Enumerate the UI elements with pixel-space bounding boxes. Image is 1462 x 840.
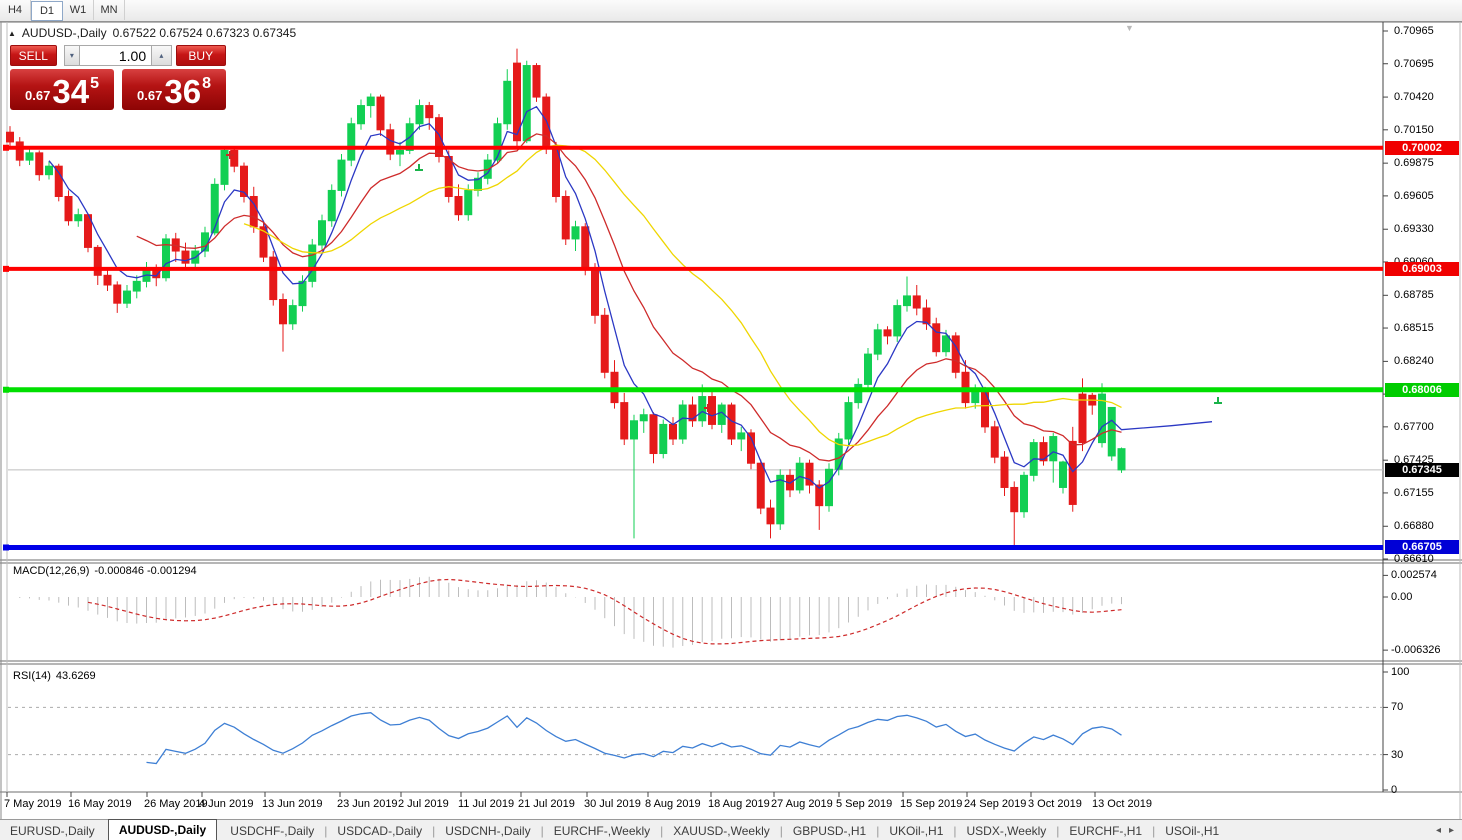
macd-histogram xyxy=(19,576,1122,648)
price-axis-label: 0.70965 xyxy=(1394,25,1434,37)
buy-price-pip: 8 xyxy=(202,75,211,92)
date-axis-label: 30 Jul 2019 xyxy=(584,798,641,810)
rsi-axis-label: 100 xyxy=(1391,666,1410,678)
volume-decrease-button[interactable]: ▾ xyxy=(63,45,80,66)
date-axis-label: 4 Jun 2019 xyxy=(199,798,254,810)
ohlc-values: 0.67522 0.67524 0.67323 0.67345 xyxy=(112,26,297,40)
spin-up-icon: ▴ xyxy=(159,51,164,60)
price-axis-label: 0.67155 xyxy=(1394,486,1434,499)
date-axis-label: 11 Jul 2019 xyxy=(458,798,515,810)
tee-marker[interactable] xyxy=(1214,397,1222,404)
date-axis-label: 24 Sep 2019 xyxy=(964,798,1027,810)
candlesticks xyxy=(6,48,1126,549)
rsi-label: RSI(14) 43.6269 xyxy=(13,670,96,682)
price-axis-label: 0.70695 xyxy=(1394,57,1434,70)
sell-price-display[interactable]: 0.67 34 5 xyxy=(10,69,114,110)
chart-tab-eurusd-daily[interactable]: EURUSD-,Daily xyxy=(0,821,105,840)
macd-axis-label: -0.006326 xyxy=(1391,644,1441,657)
date-axis-label: 23 Jun 2019 xyxy=(337,798,398,810)
date-axis-label: 16 May 2019 xyxy=(68,798,132,810)
chart-tab-audusd-daily[interactable]: AUDUSD-,Daily xyxy=(107,819,218,840)
tabs-scroll-right-icon[interactable]: ▸ xyxy=(1449,825,1454,836)
date-axis-label: 5 Sep 2019 xyxy=(836,798,893,810)
date-axis-label: 21 Jul 2019 xyxy=(518,798,575,810)
chart-tab-ukoil-h1[interactable]: UKOil-,H1 xyxy=(879,821,953,840)
sell-price-prefix: 0.67 xyxy=(25,88,51,103)
chart-tab-eurchf-weekly[interactable]: EURCHF-,Weekly xyxy=(544,821,660,840)
price-axis-label: 0.69875 xyxy=(1394,157,1434,170)
price-tag-0.68006: 0.68006 xyxy=(1385,382,1459,397)
chart-tab-usdx-weekly[interactable]: USDX-,Weekly xyxy=(957,821,1057,840)
buy-price-big: 36 xyxy=(164,73,202,110)
date-axis-label: 13 Oct 2019 xyxy=(1092,798,1152,810)
buy-price-display[interactable]: 0.67 36 8 xyxy=(122,69,226,110)
sell-price-pip: 5 xyxy=(90,75,99,92)
macd-values: -0.000846 -0.001294 xyxy=(94,565,197,577)
symbol-period-label: AUDUSD-,Daily xyxy=(21,26,107,40)
date-axis-label: 18 Aug 2019 xyxy=(708,798,770,810)
one-click-trade-panel: SELL ▾ ▴ BUY 0.67 34 5 0.67 36 8 xyxy=(10,45,226,110)
date-axis-label: 7 May 2019 xyxy=(4,798,62,810)
volume-increase-button[interactable]: ▴ xyxy=(152,45,172,66)
chart-tabs: EURUSD-,Daily|AUDUSD-,Daily|USDCHF-,Dail… xyxy=(0,819,1229,840)
tabs-scroll-left-icon[interactable]: ◂ xyxy=(1436,825,1441,836)
macd-axis-label: 0.002574 xyxy=(1391,569,1437,582)
buy-price-prefix: 0.67 xyxy=(137,88,163,103)
date-axis-label: 8 Aug 2019 xyxy=(645,798,701,810)
tee-marker[interactable] xyxy=(415,164,423,171)
date-axis-label: 27 Aug 2019 xyxy=(771,798,833,810)
date-axis-label: 15 Sep 2019 xyxy=(900,798,963,810)
price-tag-0.70002: 0.70002 xyxy=(1385,140,1459,155)
chart-tab-eurchf-h1[interactable]: EURCHF-,H1 xyxy=(1059,821,1152,840)
price-axis-label: 0.66880 xyxy=(1394,520,1434,533)
date-axis-label: 2 Jul 2019 xyxy=(398,798,449,810)
date-axis-label: 3 Oct 2019 xyxy=(1028,798,1082,810)
price-axis-label: 0.69605 xyxy=(1394,189,1434,202)
sell-button[interactable]: SELL xyxy=(10,45,57,66)
chart-tab-usdchf-daily[interactable]: USDCHF-,Daily xyxy=(220,821,324,840)
date-axis-label: 13 Jun 2019 xyxy=(262,798,323,810)
rsi-axis-label: 0 xyxy=(1391,784,1398,796)
macd-axis-label: 0.00 xyxy=(1391,591,1413,603)
rsi-axis-label: 30 xyxy=(1391,748,1404,761)
chart-canvas[interactable] xyxy=(0,0,1462,840)
price-axis-label: 0.68515 xyxy=(1394,322,1434,335)
current-price-tag: 0.67345 xyxy=(1385,462,1459,477)
macd-name: MACD(12,26,9) xyxy=(13,565,90,577)
ma-medium-line xyxy=(136,133,1122,462)
chart-tab-usoil-h1[interactable]: USOil-,H1 xyxy=(1155,821,1229,840)
chart-header: ▲ AUDUSD-,Daily 0.67522 0.67524 0.67323 … xyxy=(8,26,296,40)
chart-shift-marker-icon: ▼ xyxy=(1125,23,1134,33)
spin-down-icon: ▾ xyxy=(69,51,74,60)
chart-tab-gbpusd-h1[interactable]: GBPUSD-,H1 xyxy=(783,821,876,840)
chart-tab-usdcad-daily[interactable]: USDCAD-,Daily xyxy=(327,821,432,840)
tab-scroll-arrows: ◂ ▸ xyxy=(1436,825,1454,836)
rsi-line xyxy=(146,712,1122,765)
price-axis-label: 0.70150 xyxy=(1394,123,1434,136)
price-axis-label: 0.67700 xyxy=(1394,420,1434,433)
chart-tab-bar: EURUSD-,Daily|AUDUSD-,Daily|USDCHF-,Dail… xyxy=(0,819,1462,840)
price-axis-label: 0.66610 xyxy=(1394,553,1434,565)
price-tag-0.66705: 0.66705 xyxy=(1385,540,1459,555)
chart-tab-usdcnh-daily[interactable]: USDCNH-,Daily xyxy=(435,821,540,840)
rsi-name: RSI(14) xyxy=(13,670,51,682)
chart-tab-xauusd-weekly[interactable]: XAUUSD-,Weekly xyxy=(663,821,779,840)
volume-input[interactable] xyxy=(79,45,153,66)
collapse-icon[interactable]: ▲ xyxy=(8,29,16,38)
price-tag-0.69003: 0.69003 xyxy=(1385,261,1459,276)
rsi-value: 43.6269 xyxy=(55,670,96,682)
price-axis-label: 0.70420 xyxy=(1394,91,1434,104)
trading-terminal-window: H4 D1 W1 MN ▲ AUDUSD-,Daily 0.67522 0.67524… xyxy=(0,0,1462,840)
price-axis-label: 0.68240 xyxy=(1394,355,1434,368)
sell-price-big: 34 xyxy=(52,73,90,110)
macd-label: MACD(12,26,9) -0.000846 -0.001294 xyxy=(13,565,197,577)
price-axis-label: 0.68785 xyxy=(1394,289,1434,302)
rsi-axis-label: 70 xyxy=(1391,701,1404,714)
buy-button[interactable]: BUY xyxy=(175,45,226,66)
price-axis-label: 0.69330 xyxy=(1394,223,1434,236)
